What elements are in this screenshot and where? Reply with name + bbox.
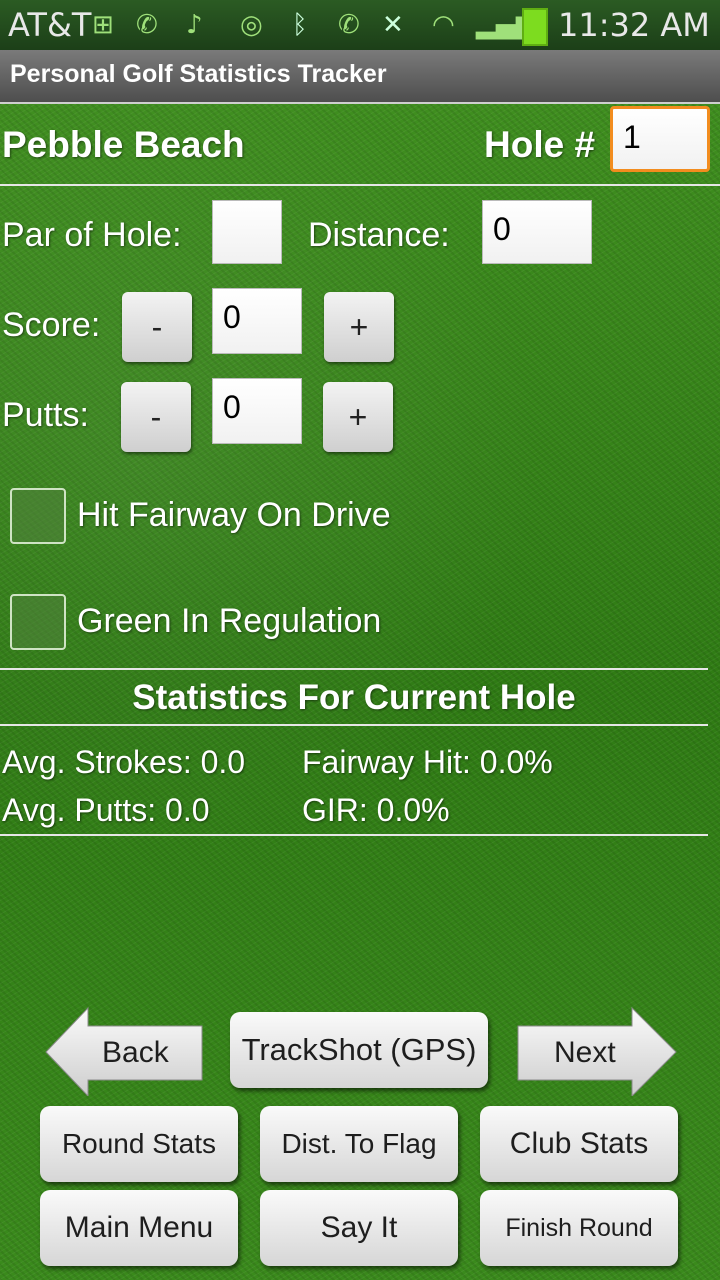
hotspot-icon: ◎ bbox=[240, 10, 263, 40]
carrier-label: AT&T bbox=[8, 6, 92, 44]
score-input[interactable]: 0 bbox=[212, 288, 302, 354]
call-active-icon: ✆ bbox=[338, 10, 360, 40]
course-name: Pebble Beach bbox=[2, 124, 245, 165]
back-button[interactable]: Back bbox=[44, 1006, 204, 1096]
stats-bottom-divider bbox=[0, 834, 708, 836]
fairway-hit: Fairway Hit: 0.0% bbox=[302, 744, 553, 780]
stats-heading: Statistics For Current Hole bbox=[132, 678, 576, 717]
clock: 11:32 AM bbox=[558, 6, 710, 44]
score-decrement-button[interactable]: - bbox=[122, 292, 192, 362]
putts-label: Putts: bbox=[2, 396, 89, 434]
distance-input[interactable]: 0 bbox=[482, 200, 592, 264]
battery-icon bbox=[522, 8, 548, 46]
trackshot-gps-button[interactable]: TrackShot (GPS) bbox=[230, 1012, 488, 1088]
putts-decrement-button[interactable]: - bbox=[121, 382, 191, 452]
avg-strokes: Avg. Strokes: 0.0 bbox=[2, 744, 246, 780]
stats-heading-divider bbox=[0, 724, 708, 726]
avg-putts: Avg. Putts: 0.0 bbox=[2, 792, 210, 828]
header-divider bbox=[0, 184, 720, 186]
fairway-checkbox[interactable] bbox=[10, 488, 66, 544]
back-button-label: Back bbox=[102, 1036, 169, 1069]
app-title: Personal Golf Statistics Tracker bbox=[10, 60, 387, 88]
status-bar: AT&T ⊞ ✆ ♪ ◎ ᛒ ✆ ✕ ◠ ▂▄▆ 11:32 AM bbox=[0, 0, 720, 50]
mute-icon: ✕ bbox=[382, 10, 404, 40]
par-label: Par of Hole: bbox=[2, 216, 182, 254]
dist-to-flag-button[interactable]: Dist. To Flag bbox=[260, 1106, 458, 1182]
wifi-icon: ◠ bbox=[432, 10, 455, 40]
next-button[interactable]: Next bbox=[516, 1006, 678, 1096]
hole-label: Hole # bbox=[484, 124, 596, 165]
app-title-bar: Personal Golf Statistics Tracker bbox=[0, 50, 720, 104]
gir-checkbox-label[interactable]: Green In Regulation bbox=[77, 602, 381, 641]
main-menu-button[interactable]: Main Menu bbox=[40, 1190, 238, 1266]
gir-stat: GIR: 0.0% bbox=[302, 792, 450, 828]
fairway-checkbox-label[interactable]: Hit Fairway On Drive bbox=[77, 496, 391, 535]
finish-round-button[interactable]: Finish Round bbox=[480, 1190, 678, 1266]
round-stats-button[interactable]: Round Stats bbox=[40, 1106, 238, 1182]
signal-wave-icon: ♪ bbox=[186, 10, 203, 40]
stats-top-divider bbox=[0, 668, 708, 670]
par-input[interactable] bbox=[212, 200, 282, 264]
putts-input[interactable]: 0 bbox=[212, 378, 302, 444]
score-increment-button[interactable]: + bbox=[324, 292, 394, 362]
distance-label: Distance: bbox=[308, 216, 450, 254]
club-stats-button[interactable]: Club Stats bbox=[480, 1106, 678, 1182]
putts-increment-button[interactable]: + bbox=[323, 382, 393, 452]
say-it-button[interactable]: Say It bbox=[260, 1190, 458, 1266]
phone-icon: ✆ bbox=[136, 10, 158, 40]
hole-number-input[interactable]: 1 bbox=[610, 106, 710, 172]
score-label: Score: bbox=[2, 306, 101, 344]
bluetooth-icon: ᛒ bbox=[292, 10, 308, 40]
next-button-label: Next bbox=[554, 1036, 616, 1069]
gir-checkbox[interactable] bbox=[10, 594, 66, 650]
add-icon: ⊞ bbox=[92, 10, 114, 40]
